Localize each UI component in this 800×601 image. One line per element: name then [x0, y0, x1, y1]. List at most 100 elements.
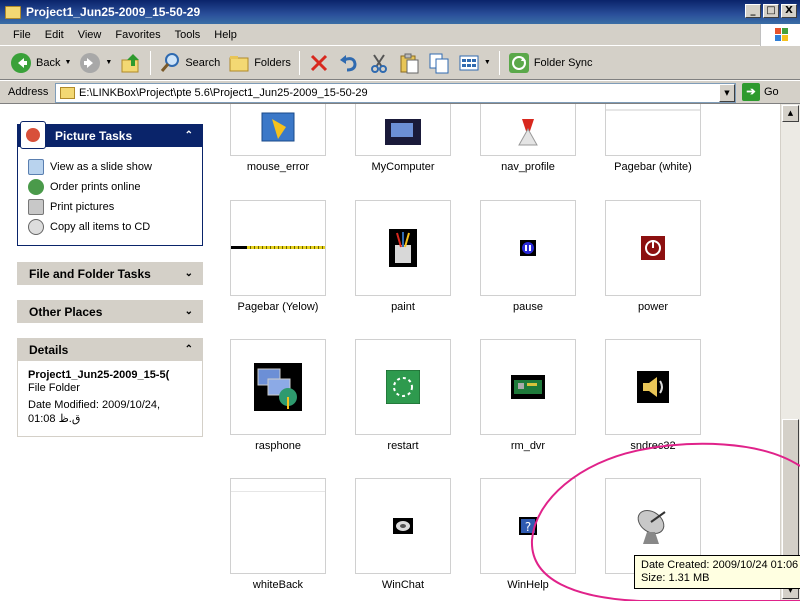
title-bar[interactable]: Project1_Jun25-2009_15-50-29 _ □ X	[0, 0, 800, 24]
file-thumbnail[interactable]	[480, 200, 576, 296]
picture-tasks-icon	[20, 121, 46, 149]
collapse-chevron-icon[interactable]: ⌃	[185, 130, 193, 141]
picture-tasks-header[interactable]: Picture Tasks ⌃	[17, 121, 203, 149]
vertical-scrollbar[interactable]: ▲ ▼	[780, 104, 800, 601]
folder-icon	[5, 5, 21, 19]
maximize-button[interactable]: □	[763, 4, 779, 18]
file-name: restart	[387, 440, 419, 452]
cut-button[interactable]	[364, 49, 394, 77]
other-places-title: Other Places	[29, 304, 103, 319]
close-button[interactable]: X	[781, 4, 797, 18]
slideshow-icon	[28, 159, 44, 175]
file-thumbnail[interactable]	[355, 478, 451, 574]
address-input[interactable]: E:\LINKBox\Project\pte 5.6\Project1_Jun2…	[55, 83, 736, 103]
collapse-chevron-icon[interactable]: ⌃	[185, 344, 193, 355]
file-name: WinHelp	[507, 579, 549, 591]
file-thumbnail[interactable]	[480, 104, 576, 156]
folder-sync-button[interactable]: Folder Sync	[504, 49, 597, 77]
file-folder-tasks-panel: File and Folder Tasks ⌄	[17, 262, 203, 285]
toolbar-separator	[150, 50, 152, 75]
file-thumbnail[interactable]: ?	[480, 478, 576, 574]
folders-button[interactable]: Folders	[224, 49, 295, 77]
delete-button[interactable]	[304, 49, 334, 77]
file-name: mouse_error	[246, 161, 310, 173]
satellite-dish-icon	[637, 510, 666, 544]
file-view: mouse_error MyComputer nav_profile Pageb…	[220, 104, 780, 601]
rasphone-icon	[254, 363, 302, 411]
forward-button[interactable]: ▼	[75, 49, 116, 77]
other-places-header[interactable]: Other Places ⌄	[17, 300, 203, 323]
task-slideshow[interactable]: View as a slide show	[28, 157, 192, 177]
file-name: Pagebar (white)	[614, 161, 692, 173]
minimize-button[interactable]: _	[745, 4, 761, 18]
menu-help[interactable]: Help	[207, 29, 244, 41]
file-name: MyComputer	[371, 161, 435, 173]
clipboard-icon	[398, 52, 420, 74]
views-button[interactable]: ▼	[454, 49, 495, 77]
go-arrow-icon: ➔	[742, 83, 760, 101]
windows-logo-icon	[760, 24, 800, 46]
address-dropdown-button[interactable]: ▼	[719, 84, 735, 102]
menu-file[interactable]: File	[6, 29, 38, 41]
forward-arrow-icon	[79, 52, 101, 74]
back-button[interactable]: Back ▼	[6, 49, 75, 77]
menu-favorites[interactable]: Favorites	[108, 29, 167, 41]
menu-tools[interactable]: Tools	[168, 29, 208, 41]
task-label: Print pictures	[50, 201, 115, 213]
back-dropdown-icon[interactable]: ▼	[64, 59, 71, 66]
file-thumbnail[interactable]	[230, 200, 326, 296]
search-icon	[159, 52, 181, 74]
up-folder-icon	[120, 52, 142, 74]
forward-dropdown-icon[interactable]: ▼	[105, 59, 112, 66]
file-tooltip: Date Created: 2009/10/24 01:06 Size: 1.3…	[634, 555, 800, 589]
pagebar-white-image	[606, 109, 700, 111]
tooltip-size: Size: 1.31 MB	[641, 572, 710, 584]
folder-icon	[60, 87, 75, 99]
copy-button[interactable]	[394, 49, 424, 77]
address-path: E:\LINKBox\Project\pte 5.6\Project1_Jun2…	[79, 87, 368, 99]
window-title: Project1_Jun25-2009_15-50-29	[26, 5, 201, 19]
views-icon	[458, 52, 480, 74]
file-thumbnail[interactable]	[230, 478, 326, 574]
expand-chevron-icon[interactable]: ⌄	[185, 306, 193, 317]
scroll-up-button[interactable]: ▲	[782, 105, 799, 122]
search-button[interactable]: Search	[155, 49, 224, 77]
task-copy-to-cd[interactable]: Copy all items to CD	[28, 217, 192, 237]
file-folder-tasks-header[interactable]: File and Folder Tasks ⌄	[17, 262, 203, 285]
file-thumbnail[interactable]	[605, 200, 701, 296]
details-modified-time: 01:08 ق.ظ	[28, 413, 81, 425]
menu-view[interactable]: View	[71, 29, 109, 41]
file-thumbnail[interactable]	[230, 339, 326, 435]
file-thumbnail[interactable]	[355, 339, 451, 435]
details-body: Project1_Jun25-2009_15-5( File Folder Da…	[17, 361, 203, 437]
file-thumbnail[interactable]	[355, 200, 451, 296]
task-label: Order prints online	[50, 181, 141, 193]
copy-pages-icon	[428, 52, 450, 74]
go-button[interactable]: ➔ Go	[742, 83, 779, 101]
nav-profile-icon	[518, 119, 538, 146]
task-print-pictures[interactable]: Print pictures	[28, 197, 192, 217]
file-thumbnail[interactable]	[480, 339, 576, 435]
task-pane: Picture Tasks ⌃ View as a slide show Ord…	[0, 104, 220, 601]
search-label: Search	[185, 56, 221, 69]
task-order-prints[interactable]: Order prints online	[28, 177, 192, 197]
file-thumbnail[interactable]	[605, 339, 701, 435]
expand-chevron-icon[interactable]: ⌄	[185, 268, 193, 279]
file-name: rm_dvr	[510, 440, 546, 452]
address-bar: Address E:\LINKBox\Project\pte 5.6\Proje…	[0, 80, 800, 104]
details-header[interactable]: Details ⌃	[17, 338, 203, 361]
winchat-icon	[393, 518, 413, 534]
paste-button[interactable]	[424, 49, 454, 77]
views-dropdown-icon[interactable]: ▼	[484, 59, 491, 66]
menu-edit[interactable]: Edit	[38, 29, 71, 41]
file-thumbnail[interactable]	[230, 104, 326, 156]
undo-button[interactable]	[334, 49, 364, 77]
file-thumbnail[interactable]	[605, 104, 701, 156]
my-computer-icon	[385, 119, 421, 145]
folders-label: Folders	[254, 56, 291, 69]
folder-sync-icon	[508, 52, 530, 74]
file-thumbnail[interactable]	[355, 104, 451, 156]
up-folder-button[interactable]	[116, 49, 146, 77]
details-modified: Date Modified: 2009/10/24,	[28, 399, 161, 411]
power-icon	[641, 236, 665, 260]
